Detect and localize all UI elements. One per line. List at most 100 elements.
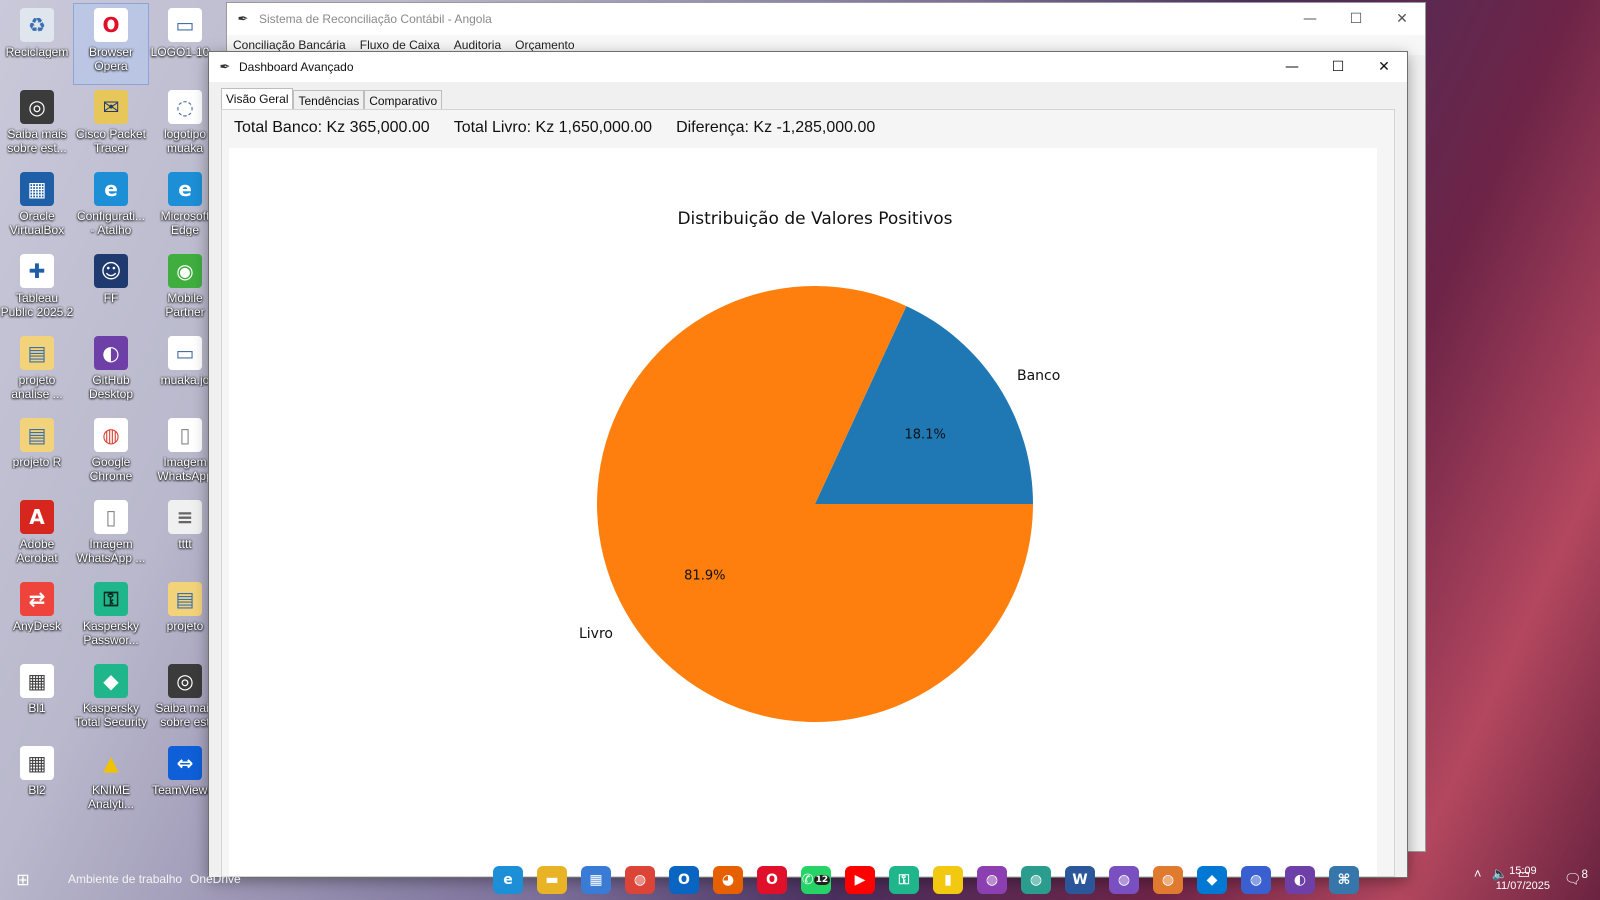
tab-comparativo[interactable]: Comparativo <box>364 90 443 110</box>
desktop-icon[interactable]: ✉ Cisco Packet Tracer <box>74 86 148 166</box>
dashboard-close-button[interactable]: ✕ <box>1361 52 1407 82</box>
pie-chart: Distribuição de Valores Positivos 18.1% Ba… <box>579 209 1060 722</box>
desktop-icon[interactable]: ▲ KNIME Analyti... <box>74 742 148 822</box>
desktop-icon[interactable]: O Browser Opera <box>73 3 149 85</box>
desktop-icon-label: Configurati... - Atalho <box>76 209 146 237</box>
desktop-icon-label: Bl2 <box>28 783 46 797</box>
workspace-label[interactable]: Ambiente de trabalho <box>68 872 182 886</box>
desktop-icon-label: projeto analise ... <box>11 373 63 401</box>
edge-icon[interactable]: e <box>493 866 523 894</box>
desktop-icon[interactable]: A Adobe Acrobat <box>0 496 74 576</box>
anydesk-icon: ⇄ <box>20 582 54 616</box>
chrome-profile-m-icon[interactable]: ◍ <box>977 866 1007 894</box>
menu-conciliacao-bancaria[interactable]: Conciliação Bancária <box>233 38 346 52</box>
cisco-icon: ✉ <box>94 90 128 124</box>
menu-orcamento[interactable]: Orçamento <box>515 38 574 52</box>
python-icon[interactable]: ⌘ <box>1329 866 1359 894</box>
photo-file-icon: ☺ <box>94 254 128 288</box>
tab-tendencias[interactable]: Tendências <box>293 90 365 110</box>
main-window-title: Sistema de Reconciliação Contábil - Ango… <box>259 12 492 26</box>
desktop-icon[interactable]: ▦ Bl1 <box>0 660 74 740</box>
github-desktop-icon[interactable]: ◐ <box>1285 866 1315 894</box>
firefox-icon[interactable]: ◕ <box>713 866 743 894</box>
notification-center-icon[interactable]: 🗨8 <box>1564 868 1588 888</box>
desktop-icon-label: Kaspersky Total Security <box>74 701 148 729</box>
desktop-icon-label: Imagem WhatsApp ... <box>76 537 146 565</box>
main-minimize-button[interactable]: — <box>1287 3 1333 35</box>
desktop-icon[interactable]: ⇄ AnyDesk <box>0 578 74 658</box>
desktop-icon[interactable]: ♻ Reciclagem <box>0 4 74 84</box>
desktop: ♻ Reciclagem O Browser Opera ▭ LOGO1-10... ◎ Sa… <box>0 0 226 860</box>
chrome-profile-m2-icon[interactable]: ◍ <box>1109 866 1139 894</box>
desktop-icon[interactable]: ▤ projeto R <box>0 414 74 494</box>
desktop-icon-label: FF <box>103 291 119 305</box>
main-titlebar[interactable]: ✒ Sistema de Reconciliação Contábil - An… <box>227 3 1425 35</box>
kaspersky-icon: ⚿ <box>94 582 128 616</box>
desktop-icon[interactable]: ◆ Kaspersky Total Security <box>74 660 148 740</box>
main-close-button[interactable]: ✕ <box>1379 3 1425 35</box>
whatsapp-icon[interactable]: ✆ 12 <box>801 866 831 894</box>
word-icon[interactable]: W <box>1065 866 1095 894</box>
desktop-icon[interactable]: ⚿ Kaspersky Passwor... <box>74 578 148 658</box>
dashboard-titlebar[interactable]: ✒ Dashboard Avançado — ☐ ✕ <box>209 52 1407 82</box>
desktop-icon-label: projeto R <box>12 455 62 469</box>
file-explorer-icon[interactable]: ▬ <box>537 866 567 894</box>
virtualbox-icon: ▦ <box>20 172 54 206</box>
taskbar: ⊞ Ambiente de trabalho OneDrive e ▬ ▦ ◍ O ◕ O ✆… <box>0 860 1600 900</box>
folder-icon: ▤ <box>20 336 54 370</box>
desktop-icon[interactable]: ▦ Oracle VirtualBox <box>0 168 74 248</box>
chrome-profile-p-icon[interactable]: ◍ <box>1153 866 1183 894</box>
clock-time: 15:09 <box>1509 865 1537 877</box>
chrome-profile-s-icon[interactable]: ◍ <box>1021 866 1051 894</box>
info-circle-icon: ◎ <box>168 664 202 698</box>
desktop-icon-label: Browser Opera <box>88 45 133 73</box>
pie-category-label: Livro <box>579 626 613 642</box>
tableau-icon: ✚ <box>20 254 54 288</box>
chrome-profile-a-icon[interactable]: ◍ <box>1241 866 1271 894</box>
kaspersky-icon: ◆ <box>94 664 128 698</box>
desktop-icon-label: KNIME Analyti... <box>87 783 135 811</box>
desktop-icon[interactable]: ▤ projeto analise ... <box>0 332 74 412</box>
edge-icon: e <box>168 172 202 206</box>
mobile-partner-icon: ◉ <box>168 254 202 288</box>
onedrive-label[interactable]: OneDrive <box>190 872 241 886</box>
opera-icon[interactable]: O <box>757 866 787 894</box>
power-bi-icon[interactable]: ▮ <box>933 866 963 894</box>
desktop-icon[interactable]: ◎ Saiba mais sobre est... <box>0 86 74 166</box>
desktop-icon-label: Google Chrome <box>89 455 133 483</box>
desktop-icon[interactable]: ▦ Bl2 <box>0 742 74 822</box>
dashboard-minimize-button[interactable]: — <box>1269 52 1315 82</box>
pie-category-label: Banco <box>1017 368 1060 384</box>
desktop-icon[interactable]: ✚ Tableau Public 2025.2 <box>0 250 74 330</box>
tab-visao-geral[interactable]: Visão Geral <box>221 88 294 110</box>
desktop-icon-label: Saiba mais sobre est... <box>7 127 67 155</box>
menu-auditoria[interactable]: Auditoria <box>454 38 501 52</box>
desktop-icon[interactable]: ◐ GitHub Desktop <box>74 332 148 412</box>
desktop-icon-label: Adobe Acrobat <box>16 537 58 565</box>
desktop-icon-label: Reciclagem <box>5 45 69 59</box>
vscode-icon[interactable]: ◆ <box>1197 866 1227 894</box>
clock[interactable]: 15:09 11/07/2025 <box>1496 864 1550 894</box>
youtube-icon[interactable]: ▶ <box>845 866 875 894</box>
main-maximize-button[interactable]: ☐ <box>1333 3 1379 35</box>
chart-canvas: Distribuição de Valores Positivos 18.1% Ba… <box>229 148 1377 876</box>
document-icon: ≡ <box>168 500 202 534</box>
desktop-icon-label: AnyDesk <box>12 619 62 633</box>
windows-start-icon[interactable]: ⊞ <box>8 868 38 892</box>
chart-title: Distribuição de Valores Positivos <box>677 209 952 229</box>
dashboard-maximize-button[interactable]: ☐ <box>1315 52 1361 82</box>
chrome-icon[interactable]: ◍ <box>625 866 655 894</box>
kaspersky-icon[interactable]: ⚿ <box>889 866 919 894</box>
chevron-up-icon[interactable]: ˄ <box>1474 866 1482 882</box>
desktop-icon[interactable]: ◍ Google Chrome <box>74 414 148 494</box>
file-icon: ▯ <box>168 418 202 452</box>
image-file-icon: ◌ <box>168 90 202 124</box>
menu-fluxo-de-caixa[interactable]: Fluxo de Caixa <box>360 38 440 52</box>
image-file-icon: ▭ <box>168 8 202 42</box>
desktop-icon[interactable]: ▯ Imagem WhatsApp ... <box>74 496 148 576</box>
desktop-icon[interactable]: e Configurati... - Atalho <box>74 168 148 248</box>
desktop-icon[interactable]: ☺ FF <box>74 250 148 330</box>
outlook-icon[interactable]: O <box>669 866 699 894</box>
microsoft-store-icon[interactable]: ▦ <box>581 866 611 894</box>
badge-count: 12 <box>813 875 831 885</box>
